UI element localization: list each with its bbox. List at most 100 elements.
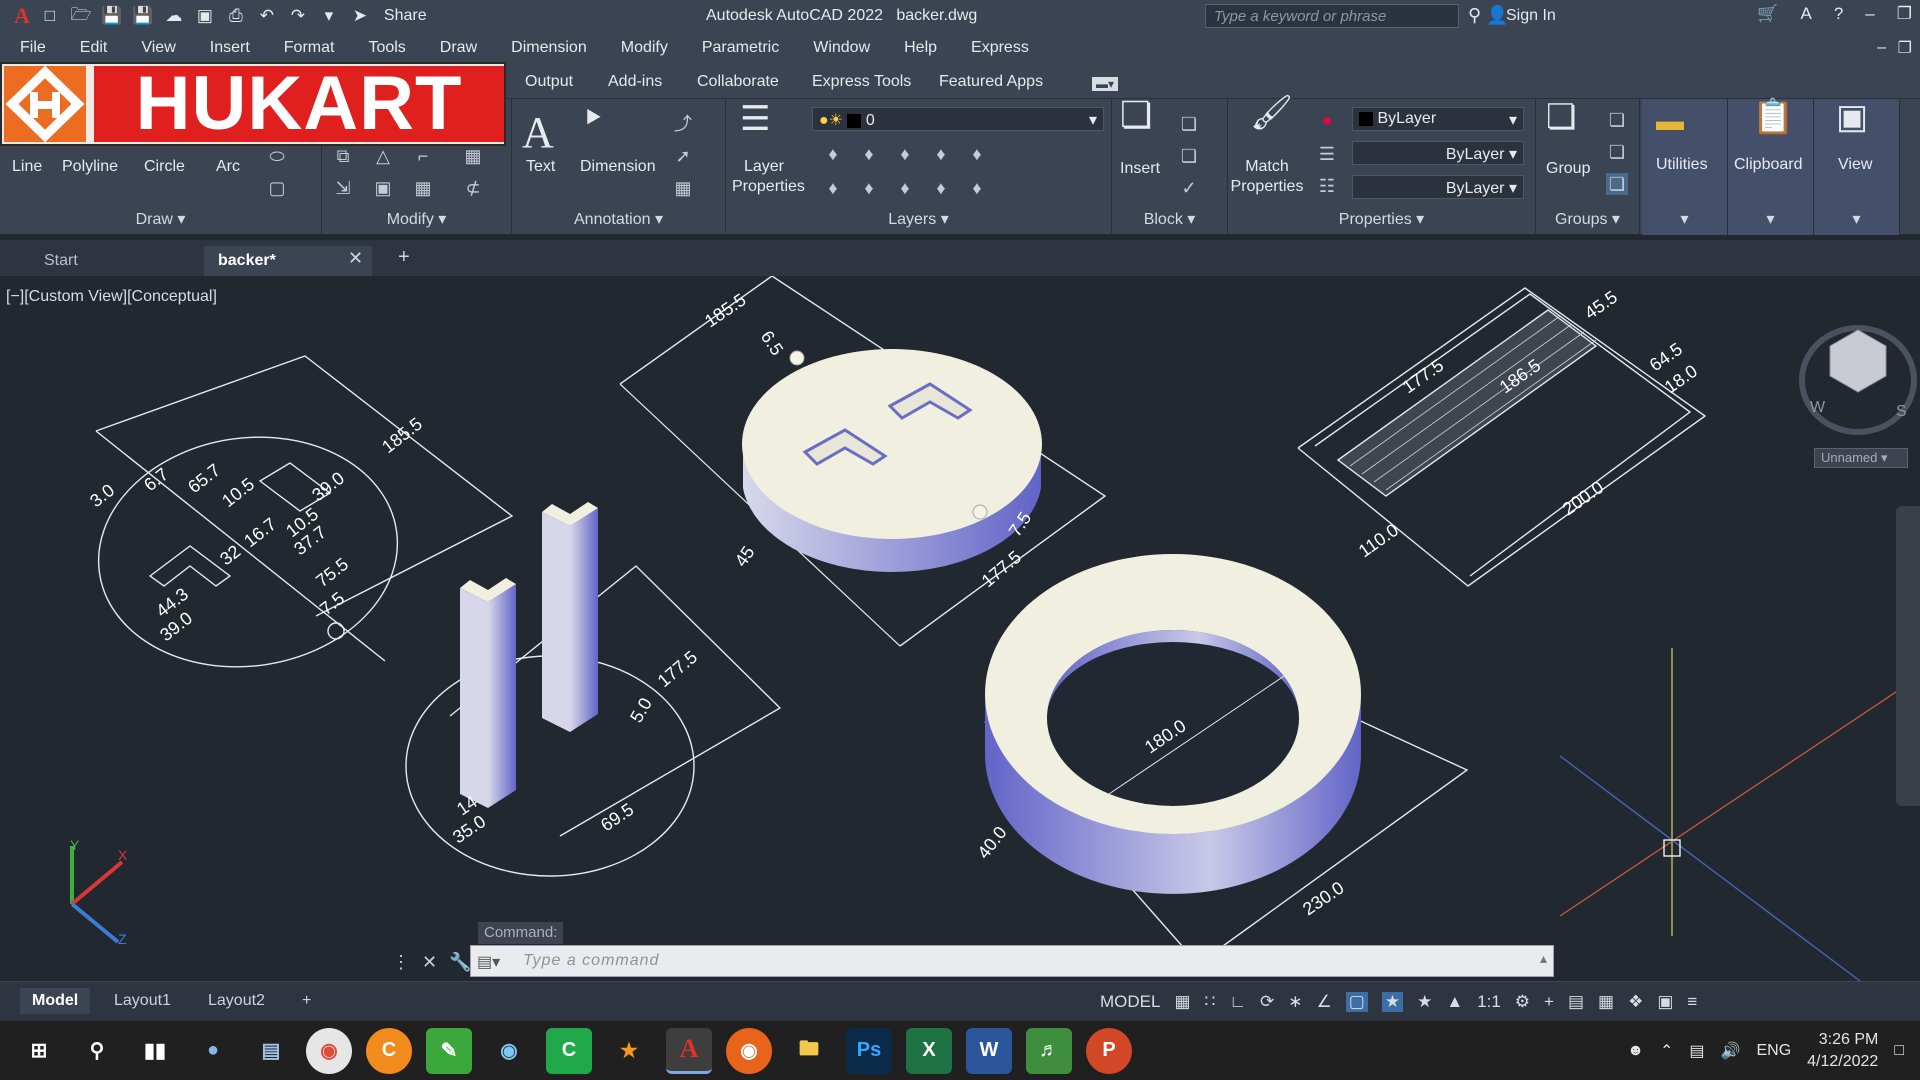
match-properties-icon[interactable]: 🖌 xyxy=(1250,96,1293,130)
layer-tool-1-icon[interactable]: ♦ xyxy=(822,143,844,165)
photoshop-app-icon[interactable]: Ps xyxy=(846,1027,892,1074)
gimp-app-icon[interactable]: ★ xyxy=(606,1028,652,1074)
close-command-icon[interactable]: ✕ xyxy=(422,952,437,973)
powerpoint-app-icon[interactable]: P xyxy=(1086,1027,1132,1074)
sheets-app-icon[interactable]: ✎ xyxy=(426,1027,472,1074)
block-panel-title[interactable]: Block ▾ xyxy=(1112,209,1227,229)
layout-tab-layout1[interactable]: Layout1 xyxy=(102,988,183,1014)
layer-tool-2-icon[interactable]: ♦ xyxy=(858,143,880,165)
insert-tool[interactable]: Insert xyxy=(1120,159,1160,179)
application-menu-icon[interactable]: A xyxy=(14,3,30,29)
add-layout-icon[interactable]: + xyxy=(290,988,323,1014)
linetype-icon[interactable]: ☰ xyxy=(1316,143,1338,165)
draw-panel-title[interactable]: Draw ▾ xyxy=(0,209,321,229)
firefox-app-icon[interactable]: ◉ xyxy=(726,1027,772,1074)
close-tab-icon[interactable]: ✕ xyxy=(348,248,363,269)
drawing-viewport[interactable]: [−][Custom View][Conceptual] 185.5 3.0 6… xyxy=(0,276,1920,981)
fillet-icon[interactable]: ⌐ xyxy=(412,145,434,167)
green-app-icon[interactable]: ♬ xyxy=(1026,1027,1072,1074)
clock[interactable]: 3:26 PM 4/12/2022 xyxy=(1807,1029,1878,1073)
array-icon[interactable]: ▦ xyxy=(462,145,484,167)
hardware-accel-icon[interactable]: ❖ xyxy=(1628,992,1643,1012)
menu-minimize-icon[interactable]: – xyxy=(1877,39,1886,57)
minimize-icon[interactable]: – xyxy=(1865,4,1874,24)
mirror-icon[interactable]: △ xyxy=(372,145,394,167)
modify-panel-title[interactable]: Modify ▾ xyxy=(322,209,511,229)
angle-icon[interactable]: ∠ xyxy=(1317,992,1332,1012)
menu-draw[interactable]: Draw xyxy=(440,39,477,57)
language-indicator[interactable]: ENG xyxy=(1756,1042,1791,1060)
redo-icon[interactable]: ↷ xyxy=(287,6,309,26)
dimension-tool[interactable]: Dimension xyxy=(580,157,656,177)
ortho-icon[interactable]: ∟ xyxy=(1229,992,1246,1012)
menu-window[interactable]: Window xyxy=(813,39,870,57)
dimension-icon[interactable]: ⯈ xyxy=(582,105,604,133)
ellipse-icon[interactable]: ⬭ xyxy=(266,145,288,167)
layout-tab-model[interactable]: Model xyxy=(20,988,91,1014)
notepad-app-icon[interactable]: ▤ xyxy=(248,1028,294,1074)
cart-icon[interactable]: 🛒 xyxy=(1757,4,1778,24)
osnap-icon[interactable]: ∗ xyxy=(1288,992,1302,1012)
ungroup-icon[interactable]: ❏ xyxy=(1606,109,1628,131)
view-panel[interactable]: ▣ View ▾ xyxy=(1814,99,1900,235)
table-icon[interactable]: ▦ xyxy=(672,177,694,199)
tab-collaborate[interactable]: Collaborate xyxy=(697,73,779,91)
text-icon[interactable]: A xyxy=(522,109,554,157)
layer-properties-tool[interactable]: Layer Properties xyxy=(732,157,805,197)
layer-tool-9-icon[interactable]: ♦ xyxy=(930,177,952,199)
sign-in-button[interactable]: Sign In xyxy=(1506,7,1556,25)
auto-scale-icon[interactable]: ★ xyxy=(1417,992,1432,1012)
block-attribute-icon[interactable]: ✓ xyxy=(1178,177,1200,199)
help-icon[interactable]: ? xyxy=(1834,4,1843,24)
menu-help[interactable]: Help xyxy=(904,39,937,57)
layer-dropdown[interactable]: ●☀ 0 ▾ xyxy=(812,107,1104,131)
command-history-toggle-icon[interactable]: ▴ xyxy=(1540,950,1547,967)
layer-tool-5-icon[interactable]: ♦ xyxy=(966,143,988,165)
export-icon[interactable]: ▣ xyxy=(194,6,216,26)
search-icon[interactable]: ⚲ xyxy=(1468,5,1481,26)
named-view-dropdown[interactable]: Unnamed ▾ xyxy=(1814,448,1908,468)
people-icon[interactable]: ☻ xyxy=(1627,1042,1644,1060)
layer-tool-8-icon[interactable]: ♦ xyxy=(894,177,916,199)
command-prompt-icon[interactable]: ▤▾ xyxy=(477,952,500,972)
polyline-tool[interactable]: Polyline xyxy=(62,157,118,177)
search-taskbar-icon[interactable]: ⚲ xyxy=(74,1028,120,1074)
command-grip-icon[interactable]: ⋮ xyxy=(392,952,410,973)
layer-tool-3-icon[interactable]: ♦ xyxy=(894,143,916,165)
share-button[interactable]: Share xyxy=(384,7,427,25)
ring-solid[interactable] xyxy=(984,554,1469,965)
layer-properties-icon[interactable]: ☰ xyxy=(740,102,770,136)
add-icon[interactable]: + xyxy=(1544,992,1554,1012)
tab-add-ins[interactable]: Add-ins xyxy=(608,73,662,91)
notifications-icon[interactable]: □ xyxy=(1894,1042,1904,1060)
line-tool[interactable]: Line xyxy=(12,157,42,177)
tab-featured-apps[interactable]: Featured Apps xyxy=(939,73,1043,91)
command-input[interactable]: ▤▾ Type a command ▴ xyxy=(470,945,1554,977)
share-icon[interactable]: ➤ xyxy=(349,6,371,26)
windows-start-icon[interactable]: ⊞ xyxy=(16,1028,62,1074)
isolate-icon[interactable]: ▦ xyxy=(1598,992,1614,1012)
word-app-icon[interactable]: W xyxy=(966,1027,1012,1074)
file-explorer-icon[interactable]: 🖿 xyxy=(786,1028,832,1074)
menu-express[interactable]: Express xyxy=(971,39,1029,57)
menu-tools[interactable]: Tools xyxy=(368,39,405,57)
edit-block-icon[interactable]: ❏ xyxy=(1178,145,1200,167)
annotation-visibility-icon[interactable]: ★ xyxy=(1381,992,1404,1012)
open-file-icon[interactable]: 🗁 xyxy=(70,5,92,26)
menu-format[interactable]: Format xyxy=(284,39,335,57)
menu-edit[interactable]: Edit xyxy=(80,39,108,57)
chrome-app-icon[interactable]: ◉ xyxy=(306,1027,352,1074)
new-file-icon[interactable]: □ xyxy=(39,6,61,26)
save-as-icon[interactable]: 💾 xyxy=(132,6,154,26)
plot-icon[interactable]: ⎙ xyxy=(225,6,247,26)
create-block-icon[interactable]: ❏ xyxy=(1178,113,1200,135)
lineweight-icon[interactable]: ☷ xyxy=(1316,175,1338,197)
leader-icon[interactable]: ⤴ xyxy=(672,113,694,135)
stretch-icon[interactable]: ⇲ xyxy=(332,177,354,199)
task-view-icon[interactable]: ▮▮ xyxy=(132,1028,178,1074)
properties-panel-title[interactable]: Properties ▾ xyxy=(1228,209,1535,229)
menu-restore-icon[interactable]: ❐ xyxy=(1898,38,1912,58)
linetype-dropdown[interactable]: ByLayer ▾ xyxy=(1352,141,1524,165)
customize-command-icon[interactable]: 🔧 xyxy=(449,952,471,973)
group-edit-icon[interactable]: ❏ xyxy=(1606,141,1628,163)
